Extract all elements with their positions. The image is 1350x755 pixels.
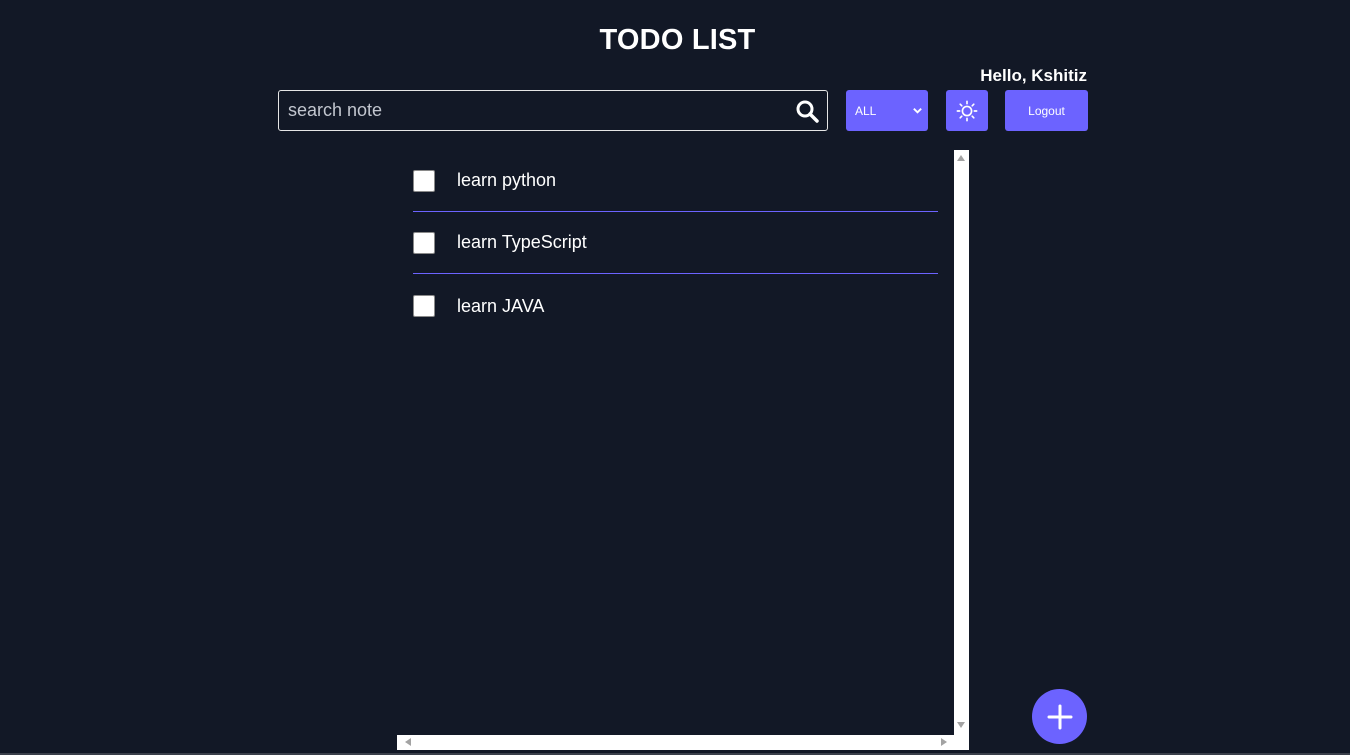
chevron-down-icon <box>913 108 922 114</box>
filter-selected-value: ALL <box>855 103 877 118</box>
todo-checkbox[interactable] <box>413 231 435 254</box>
search-icon[interactable] <box>795 99 819 123</box>
user-greeting: Hello, Kshitiz <box>980 66 1087 85</box>
search-box[interactable] <box>278 90 828 131</box>
todo-item[interactable]: learn TypeScript <box>413 212 938 274</box>
todo-text: learn python <box>457 170 557 190</box>
todo-checkbox[interactable] <box>413 169 435 192</box>
logout-button[interactable]: Logout <box>1005 90 1088 131</box>
todo-list-panel: learn python learn TypeScript learn JAVA <box>397 150 969 750</box>
todo-item[interactable]: learn python <box>413 150 938 212</box>
plus-icon <box>1047 704 1072 729</box>
scroll-down-arrow-icon[interactable] <box>957 722 965 728</box>
filter-select[interactable]: ALL <box>846 90 928 131</box>
theme-toggle-button[interactable] <box>946 90 988 131</box>
scroll-up-arrow-icon[interactable] <box>957 155 965 161</box>
vertical-scrollbar[interactable] <box>954 150 969 735</box>
scroll-right-arrow-icon[interactable] <box>941 738 947 746</box>
horizontal-scrollbar[interactable] <box>397 735 969 750</box>
todo-text: learn JAVA <box>457 295 545 316</box>
search-input[interactable] <box>288 97 778 123</box>
todo-item[interactable]: learn JAVA <box>413 275 938 337</box>
todo-checkbox[interactable] <box>413 295 435 317</box>
todo-text: learn TypeScript <box>457 232 587 252</box>
page-title: TODO LIST <box>599 24 756 56</box>
sun-icon <box>956 100 978 121</box>
scroll-left-arrow-icon[interactable] <box>405 738 411 746</box>
add-todo-button[interactable] <box>1032 689 1087 744</box>
todo-list: learn python learn TypeScript learn JAVA <box>397 150 954 735</box>
